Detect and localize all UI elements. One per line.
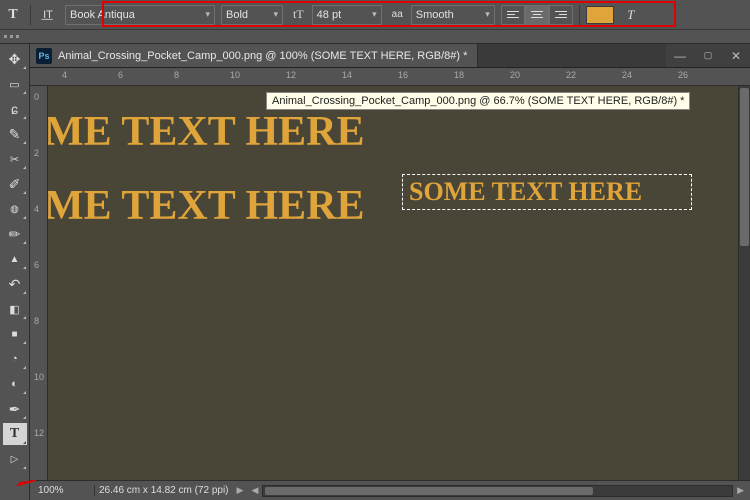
document-dimensions[interactable]: 26.46 cm x 14.82 cm (72 ppi) ▶ bbox=[94, 485, 251, 496]
vertical-scrollbar[interactable] bbox=[738, 86, 750, 480]
divider bbox=[30, 5, 31, 25]
lasso-tool[interactable]: ɕ bbox=[3, 98, 27, 120]
zoom-level[interactable]: 100% bbox=[30, 485, 94, 496]
tools-panel: ✥ ▭ ɕ ✎ ✂ ✐ ◍ ✏ ▲ ↶ ◧ ■ ◔ ◐ ✒ T ▷ bbox=[0, 44, 30, 500]
text-layer-2[interactable]: ME TEXT HERE bbox=[48, 182, 365, 230]
status-bar: 100% 26.46 cm x 14.82 cm (72 ppi) ▶ ◀ ▶ bbox=[30, 480, 750, 500]
document-tab[interactable]: Ps Animal_Crossing_Pocket_Camp_000.png @… bbox=[30, 44, 478, 67]
pen-tool[interactable]: ✒ bbox=[3, 398, 27, 420]
crop-tool[interactable]: ✂ bbox=[3, 148, 27, 170]
font-size-icon: tT bbox=[293, 7, 304, 22]
text-color-swatch[interactable] bbox=[586, 6, 614, 24]
brush-tool[interactable]: ✏ bbox=[3, 223, 27, 245]
canvas-viewport[interactable]: ME TEXT HERE ME TEXT HERE SOME TEXT HERE… bbox=[48, 86, 750, 480]
text-align-group bbox=[501, 5, 573, 25]
healing-brush-tool[interactable]: ◍ bbox=[3, 198, 27, 220]
chevron-down-icon: ▾ bbox=[273, 9, 278, 20]
warp-text-button[interactable]: T bbox=[620, 4, 642, 26]
dodge-tool[interactable]: ◐ bbox=[3, 373, 27, 395]
text-layer-1[interactable]: ME TEXT HERE bbox=[48, 108, 365, 156]
align-right-button[interactable] bbox=[549, 5, 573, 25]
text-options-bar: T I̲T̲ Book Antiqua ▾ Bold ▾ tT 48 pt ▾ … bbox=[0, 0, 750, 30]
antialias-value: Smooth bbox=[416, 9, 454, 21]
chevron-right-icon: ▶ bbox=[237, 485, 244, 496]
font-style-value: Bold bbox=[226, 9, 248, 21]
panel-grip[interactable] bbox=[0, 30, 750, 44]
font-size-value: 48 pt bbox=[317, 9, 341, 21]
align-center-button[interactable] bbox=[525, 5, 549, 25]
text-layer-selection[interactable]: SOME TEXT HERE bbox=[409, 177, 642, 207]
align-left-button[interactable] bbox=[501, 5, 525, 25]
type-tool[interactable]: T bbox=[3, 423, 27, 445]
document-tooltip: Animal_Crossing_Pocket_Camp_000.png @ 66… bbox=[266, 92, 690, 110]
document-title: Animal_Crossing_Pocket_Camp_000.png @ 10… bbox=[58, 50, 467, 62]
divider bbox=[579, 5, 580, 25]
close-button[interactable]: ✕ bbox=[722, 44, 750, 67]
horizontal-scrollbar[interactable] bbox=[262, 485, 733, 497]
gradient-tool[interactable]: ■ bbox=[3, 323, 27, 345]
font-family-value: Book Antiqua bbox=[70, 9, 135, 21]
chevron-down-icon: ▾ bbox=[372, 9, 377, 20]
document-tab-bar: Ps Animal_Crossing_Pocket_Camp_000.png @… bbox=[30, 44, 750, 68]
maximize-button[interactable]: ▢ bbox=[694, 44, 722, 67]
photoshop-badge-icon: Ps bbox=[36, 48, 52, 64]
magic-wand-tool[interactable]: ✎ bbox=[3, 123, 27, 145]
eyedropper-tool[interactable]: ✐ bbox=[3, 173, 27, 195]
eraser-tool[interactable]: ◧ bbox=[3, 298, 27, 320]
chevron-down-icon: ▾ bbox=[485, 9, 490, 20]
font-style-dropdown[interactable]: Bold ▾ bbox=[221, 5, 283, 25]
antialias-icon: aa bbox=[392, 9, 403, 20]
scroll-thumb[interactable] bbox=[740, 88, 749, 246]
font-family-dropdown[interactable]: Book Antiqua ▾ bbox=[65, 5, 215, 25]
vertical-ruler[interactable]: 0 2 4 6 8 10 12 bbox=[30, 86, 48, 480]
marquee-tool[interactable]: ▭ bbox=[3, 73, 27, 95]
minimize-button[interactable]: — bbox=[666, 44, 694, 67]
text-selection-box[interactable]: SOME TEXT HERE bbox=[402, 174, 692, 210]
clone-stamp-tool[interactable]: ▲ bbox=[3, 248, 27, 270]
move-tool[interactable]: ✥ bbox=[3, 48, 27, 70]
font-size-dropdown[interactable]: 48 pt ▾ bbox=[312, 5, 382, 25]
scroll-right-icon[interactable]: ▶ bbox=[737, 485, 744, 496]
tab-bar-space bbox=[478, 44, 666, 67]
text-tool-indicator: T bbox=[2, 4, 24, 26]
horizontal-ruler[interactable]: 4 6 8 10 12 14 16 18 20 22 24 26 bbox=[30, 68, 750, 86]
workspace: Ps Animal_Crossing_Pocket_Camp_000.png @… bbox=[30, 44, 750, 500]
chevron-down-icon: ▾ bbox=[205, 9, 210, 20]
text-orientation-toggle[interactable]: I̲T̲ bbox=[37, 4, 59, 26]
scroll-thumb[interactable] bbox=[265, 487, 593, 495]
canvas[interactable]: ME TEXT HERE ME TEXT HERE SOME TEXT HERE… bbox=[48, 86, 738, 480]
antialias-dropdown[interactable]: Smooth ▾ bbox=[411, 5, 495, 25]
path-selection-tool[interactable]: ▷ bbox=[3, 448, 27, 470]
scroll-left-icon[interactable]: ◀ bbox=[251, 485, 258, 496]
history-brush-tool[interactable]: ↶ bbox=[3, 273, 27, 295]
blur-tool[interactable]: ◔ bbox=[3, 348, 27, 370]
